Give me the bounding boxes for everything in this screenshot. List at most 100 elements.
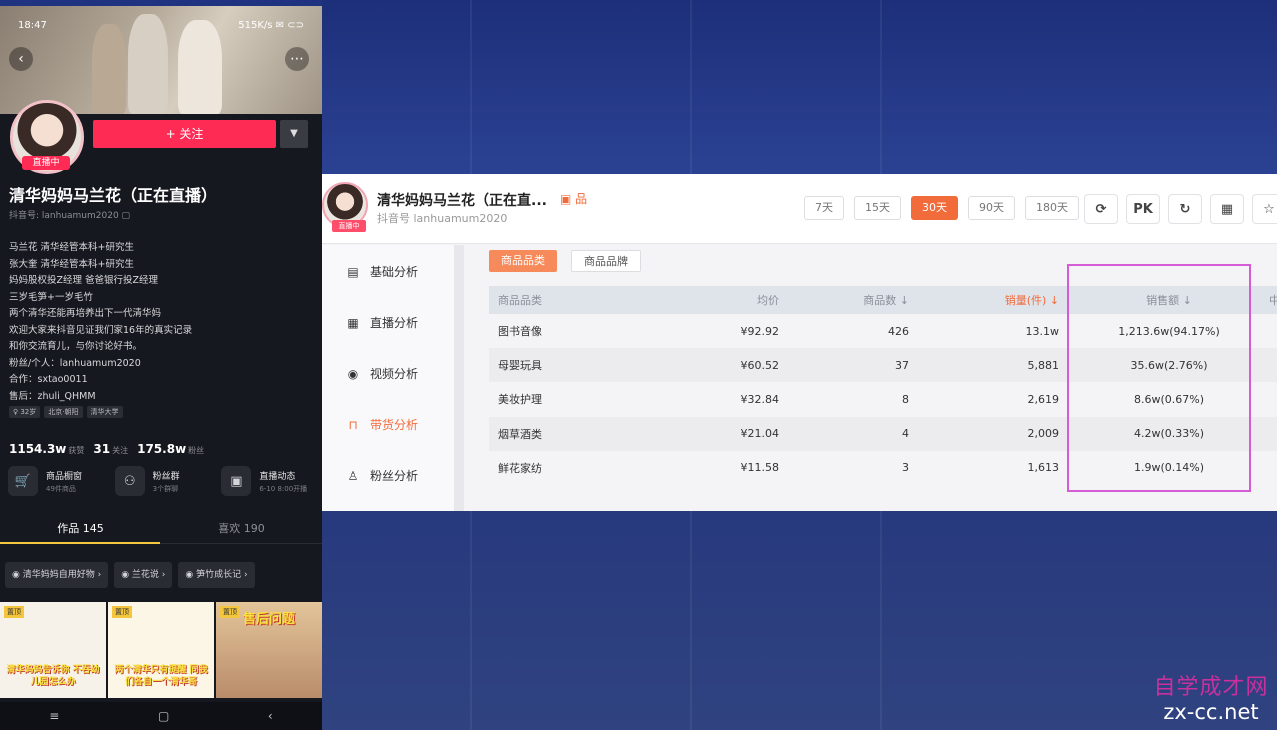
tag-school: 清华大学 (86, 406, 123, 418)
stat-followers[interactable]: 175.8w 粉丝 (137, 438, 204, 457)
card-title: 清华妈妈马兰花（正在直... (377, 193, 547, 209)
profile-stats: 1154.3w 获赞 31 关注 175.8w 粉丝 (9, 438, 204, 457)
system-nav-bar: ≡ ▢ ‹ (0, 702, 322, 730)
sidebar-item-live[interactable]: ▦ 直播分析 (346, 314, 418, 331)
cell-item-count: 8 (902, 392, 909, 406)
pinned-tag: 置顶 (4, 606, 24, 618)
cell-avg-price: ¥11.58 (740, 461, 780, 475)
tab-divider (160, 543, 322, 544)
card-header: 直播中 清华妈妈马兰花（正在直... ▣ 品 抖音号 lanhuamum2020… (322, 174, 1277, 244)
cell-category: 美妆护理 (498, 393, 542, 407)
collection-chip[interactable]: ◉ 清华妈妈自用好物 › (5, 562, 109, 588)
profile-tags: ♀ 32岁 北京·朝阳 清华大学 (9, 406, 123, 418)
card-douyin-id: 抖音号 lanhuamum2020 (377, 212, 508, 225)
status-icons: 515K/s ✉ ⊂⊃ (238, 20, 304, 31)
collection-chip[interactable]: ◉ 兰花说 › (114, 562, 173, 588)
shop-title: 粉丝群 (152, 471, 180, 482)
back-icon[interactable]: ‹ (9, 47, 33, 71)
cover-person (178, 20, 222, 114)
col-sales-volume[interactable]: 销量(件) ↓ (959, 286, 1059, 314)
refresh-icon[interactable]: ⟳ (1084, 194, 1118, 224)
play-icon: ◉ (347, 366, 359, 381)
range-30d[interactable]: 30天 (911, 196, 958, 220)
background-city (322, 510, 1277, 730)
collection-chip[interactable]: ◉ 笋竹成长记 › (178, 562, 255, 588)
sidebar-item-video[interactable]: ◉ 视频分析 (346, 365, 418, 382)
range-15d[interactable]: 15天 (854, 196, 901, 220)
stat-likes[interactable]: 1154.3w 获赞 (9, 438, 84, 457)
collection-label: 清华妈妈自用好物 › (22, 570, 102, 580)
cell-sales-volume: 13.1w (1025, 324, 1060, 338)
tab-likes[interactable]: 喜欢 190 (161, 518, 322, 544)
sidebar-item-fans[interactable]: ♙ 粉丝分析 (346, 467, 418, 484)
sidebar-item-basic[interactable]: ▤ 基础分析 (346, 263, 418, 280)
bag-icon: ⊓ (348, 417, 358, 432)
dropdown-icon[interactable]: ▼ (280, 120, 308, 148)
bio-line: 马兰花 清华经管本科+研究生 (9, 242, 134, 253)
tag-location: 北京·朝阳 (44, 406, 83, 418)
thumb-caption: 清华妈妈告诉你 不吞幼儿园怎么办 (6, 665, 100, 687)
shop-row: 🛒 商品橱窗 49件商品 ⚇ 粉丝群 3个群聊 ▣ 直播动态 6-10 8:00开播 (8, 466, 318, 496)
bio-line: 妈妈股权投Z经理 爸爸银行投Z经理 (9, 275, 159, 286)
collection-icon: ◉ (185, 570, 197, 580)
profile-name: 清华妈妈马兰花（正在直播） (9, 186, 218, 205)
star-icon[interactable]: ☆ (1252, 194, 1277, 224)
segment-category[interactable]: 商品品类 (489, 250, 557, 272)
video-thumb[interactable]: 置顶 两个清华只有提醒 同我们各自一个清华哥 (108, 602, 214, 698)
tab-indicator (0, 542, 160, 544)
thumb-caption: 售后问题 (242, 612, 295, 627)
shop-window-button[interactable]: 🛒 商品橱窗 49件商品 (8, 466, 105, 496)
cell-avg-price: ¥92.92 (740, 324, 780, 338)
cell-category: 图书音像 (498, 325, 542, 339)
sidebar-item-sales[interactable]: ⊓ 带货分析 (346, 416, 418, 433)
watermark-line1: 自学成才网 (1153, 675, 1269, 700)
qrcode-icon[interactable]: ▦ (1210, 194, 1244, 224)
stat-following[interactable]: 31 关注 (93, 438, 128, 457)
follow-button[interactable]: + 关注 (93, 120, 276, 148)
shop-title: 商品橱窗 (46, 471, 83, 482)
segment-brand[interactable]: 商品品牌 (571, 250, 641, 272)
bio-line: 和你交流育儿，与你讨论好书。 (9, 341, 143, 352)
collections-row: ◉ 清华妈妈自用好物 › ◉ 兰花说 › ◉ 笋竹成长记 › (5, 562, 255, 588)
sidebar-item-label: 粉丝分析 (370, 469, 419, 483)
video-thumb[interactable]: 置顶 售后问题 (216, 602, 322, 698)
profile-bio: 马兰花 清华经管本科+研究生 张大奎 清华经管本科+研究生 妈妈股权投Z经理 爸… (9, 240, 309, 405)
pinned-tag: 置顶 (112, 606, 132, 618)
col-item-count[interactable]: 商品数 ↓ (819, 286, 909, 314)
analysis-sidebar: ▤ 基础分析 ▦ 直播分析 ◉ 视频分析 ⊓ 带货分析 ♙ 粉丝分析 (322, 245, 454, 511)
live-badge[interactable]: 直播中 (22, 156, 70, 170)
range-7d[interactable]: 7天 (804, 196, 844, 220)
col-avg-price: 均价 (757, 294, 779, 307)
profile-tabs: 作品 145 喜欢 190 (0, 518, 322, 544)
sync-icon[interactable]: ↻ (1168, 194, 1202, 224)
tag-age: ♀ 32岁 (9, 406, 41, 418)
col-more: 中 (1269, 294, 1277, 307)
cell-sales-volume: 1,613 (1027, 461, 1060, 475)
cell-item-count: 4 (902, 427, 909, 441)
cell-sales-volume: 2,009 (1027, 427, 1060, 441)
bio-line: 三岁毛笋+一岁毛竹 (9, 291, 93, 303)
sidebar-item-label: 直播分析 (370, 316, 419, 330)
live-dynamics-button[interactable]: ▣ 直播动态 6-10 8:00开播 (221, 466, 318, 496)
pk-button[interactable]: PK (1126, 194, 1160, 224)
watermark: 自学成才网 zx-cc.net (1146, 675, 1276, 725)
home-icon[interactable]: ▢ (158, 709, 169, 723)
range-90d[interactable]: 90天 (968, 196, 1015, 220)
tool-buttons: ⟳ PK ↻ ▦ ☆ (1084, 194, 1277, 224)
cell-category: 鲜花家纺 (498, 461, 542, 475)
fan-group-button[interactable]: ⚇ 粉丝群 3个群聊 (114, 466, 212, 496)
cell-category: 母婴玩具 (498, 359, 542, 373)
collection-label: 笋竹成长记 › (196, 570, 248, 580)
tab-works[interactable]: 作品 145 (0, 518, 161, 544)
video-thumb[interactable]: 置顶 清华妈妈告诉你 不吞幼儿园怎么办 (0, 602, 106, 698)
live-icon: ▣ (221, 466, 252, 496)
store-badge-icon: ▣ 品 (560, 192, 588, 206)
bio-line: 粉丝/个人：lanhuamum2020 (9, 357, 141, 369)
sidebar-item-label: 视频分析 (370, 367, 419, 381)
range-180d[interactable]: 180天 (1025, 196, 1079, 220)
back-nav-icon[interactable]: ‹ (268, 709, 273, 723)
more-icon[interactable]: ⋯ (285, 47, 309, 71)
menu-icon[interactable]: ≡ (49, 709, 59, 723)
collection-icon: ◉ (12, 570, 23, 580)
douyin-id[interactable]: 抖音号: lanhuamum2020 ▢ (9, 208, 130, 221)
